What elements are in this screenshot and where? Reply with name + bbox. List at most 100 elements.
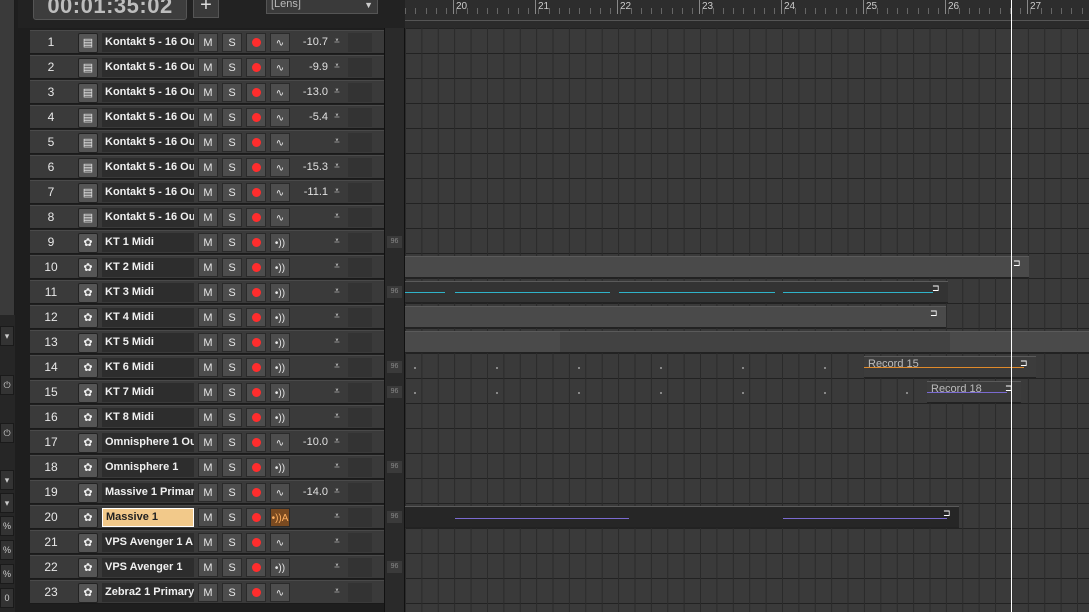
track-name[interactable]: Kontakt 5 - 16 Out — [102, 58, 194, 77]
chevron-down-icon[interactable]: ⩡ — [332, 56, 342, 78]
midi-track-icon[interactable]: ✿ — [78, 333, 98, 353]
midi-monitor-icon[interactable]: •)) — [270, 308, 290, 327]
mute-button[interactable]: M — [198, 358, 218, 377]
track-name[interactable]: KT 5 Midi — [102, 333, 194, 352]
track-volume[interactable] — [292, 556, 328, 578]
arrangement-grid[interactable]: ⊐ ⊐ ⊐ Record 15 ⊐ Record 18 ⊐ ⊐ — [405, 28, 1089, 612]
chevron-down-icon[interactable]: ▾ — [0, 470, 14, 490]
audio-track-icon[interactable]: ▤ — [78, 158, 98, 178]
midi-monitor-icon[interactable]: •))A — [270, 508, 290, 527]
track-row[interactable]: 4 ▤ Kontakt 5 - 16 Out M S ∿ -5.4 ⩡ — [30, 105, 384, 129]
solo-button[interactable]: S — [222, 208, 242, 227]
record-arm-button[interactable] — [246, 408, 266, 427]
chevron-down-icon[interactable]: ⩡ — [332, 31, 342, 53]
solo-button[interactable]: S — [222, 458, 242, 477]
track-row[interactable]: 15 ✿ KT 7 Midi M S •)) ⩡ — [30, 380, 384, 404]
track-volume[interactable]: -9.9 — [292, 56, 328, 78]
record-arm-button[interactable] — [246, 233, 266, 252]
solo-button[interactable]: S — [222, 133, 242, 152]
solo-button[interactable]: S — [222, 308, 242, 327]
track-volume[interactable]: -10.7 — [292, 31, 328, 53]
clip[interactable]: ⊐ — [405, 306, 946, 328]
track-row[interactable]: 14 ✿ KT 6 Midi M S •)) ⩡ — [30, 355, 384, 379]
mute-button[interactable]: M — [198, 58, 218, 77]
chevron-down-icon[interactable]: ⩡ — [332, 556, 342, 578]
waveform-icon[interactable]: ∿ — [270, 33, 290, 52]
clip[interactable] — [950, 331, 1089, 353]
track-volume[interactable] — [292, 356, 328, 378]
midi-monitor-icon[interactable]: •)) — [270, 358, 290, 377]
chevron-down-icon[interactable]: ▾ — [0, 493, 14, 513]
mute-button[interactable]: M — [198, 283, 218, 302]
waveform-icon[interactable]: ∿ — [270, 133, 290, 152]
chevron-down-icon[interactable]: ⩡ — [332, 281, 342, 303]
track-volume[interactable]: -10.0 — [292, 431, 328, 453]
track-name[interactable]: KT 8 Midi — [102, 408, 194, 427]
track-row[interactable]: 12 ✿ KT 4 Midi M S •)) ⩡ — [30, 305, 384, 329]
record-arm-button[interactable] — [246, 558, 266, 577]
track-row[interactable]: 18 ✿ Omnisphere 1 M S •)) ⩡ — [30, 455, 384, 479]
mute-button[interactable]: M — [198, 233, 218, 252]
mute-button[interactable]: M — [198, 583, 218, 602]
mute-button[interactable]: M — [198, 83, 218, 102]
record-arm-button[interactable] — [246, 33, 266, 52]
record-arm-button[interactable] — [246, 433, 266, 452]
track-row[interactable]: 16 ✿ KT 8 Midi M S •)) ⩡ — [30, 405, 384, 429]
track-row[interactable]: 20 ✿ Massive 1 M S •))A ⩡ — [30, 505, 384, 529]
track-volume[interactable]: -13.0 — [292, 81, 328, 103]
waveform-icon[interactable]: ∿ — [270, 583, 290, 602]
playhead[interactable] — [1011, 0, 1012, 612]
mute-button[interactable]: M — [198, 208, 218, 227]
audio-track-icon[interactable]: ▤ — [78, 58, 98, 78]
clip-handle-icon[interactable]: ⊐ — [930, 309, 942, 319]
solo-button[interactable]: S — [222, 583, 242, 602]
mute-button[interactable]: M — [198, 483, 218, 502]
lens-dropdown[interactable]: [Lens] ▼ — [266, 0, 378, 14]
track-row[interactable]: 22 ✿ VPS Avenger 1 M S •)) ⩡ — [30, 555, 384, 579]
record-arm-button[interactable] — [246, 358, 266, 377]
track-row[interactable]: 7 ▤ Kontakt 5 - 16 Out M S ∿ -11.1 ⩡ — [30, 180, 384, 204]
track-name[interactable]: KT 4 Midi — [102, 308, 194, 327]
chevron-down-icon[interactable]: ⩡ — [332, 181, 342, 203]
midi-track-icon[interactable]: ✿ — [78, 458, 98, 478]
audio-track-icon[interactable]: ▤ — [78, 83, 98, 103]
solo-button[interactable]: S — [222, 83, 242, 102]
track-volume[interactable] — [292, 281, 328, 303]
solo-button[interactable]: S — [222, 483, 242, 502]
midi-monitor-icon[interactable]: •)) — [270, 408, 290, 427]
track-name[interactable]: KT 6 Midi — [102, 358, 194, 377]
track-row[interactable]: 1 ▤ Kontakt 5 - 16 Out M S ∿ -10.7 ⩡ — [30, 30, 384, 54]
chevron-down-icon[interactable]: ⩡ — [332, 356, 342, 378]
solo-button[interactable]: S — [222, 58, 242, 77]
track-name[interactable]: Kontakt 5 - 16 Out — [102, 133, 194, 152]
track-volume[interactable] — [292, 131, 328, 153]
waveform-icon[interactable]: ∿ — [270, 83, 290, 102]
track-name[interactable]: Massive 1 Primary — [102, 483, 194, 502]
mute-button[interactable]: M — [198, 308, 218, 327]
clip[interactable] — [560, 331, 950, 353]
mute-button[interactable]: M — [198, 133, 218, 152]
clip[interactable] — [405, 331, 560, 353]
midi-track-icon[interactable]: ✿ — [78, 408, 98, 428]
mute-button[interactable]: M — [198, 558, 218, 577]
chevron-down-icon[interactable]: ⩡ — [332, 581, 342, 603]
audio-track-icon[interactable]: ▤ — [78, 183, 98, 203]
track-row[interactable]: 11 ✿ KT 3 Midi M S •)) ⩡ — [30, 280, 384, 304]
track-volume[interactable] — [292, 381, 328, 403]
mute-button[interactable]: M — [198, 433, 218, 452]
track-row[interactable]: 9 ✿ KT 1 Midi M S •)) ⩡ — [30, 230, 384, 254]
record-arm-button[interactable] — [246, 283, 266, 302]
solo-button[interactable]: S — [222, 383, 242, 402]
midi-monitor-icon[interactable]: •)) — [270, 283, 290, 302]
waveform-icon[interactable]: ∿ — [270, 208, 290, 227]
solo-button[interactable]: S — [222, 283, 242, 302]
clip[interactable]: ⊐ — [405, 256, 1029, 278]
chevron-down-icon[interactable]: ▾ — [0, 326, 14, 346]
solo-button[interactable]: S — [222, 108, 242, 127]
chevron-down-icon[interactable]: ⩡ — [332, 206, 342, 228]
midi-monitor-icon[interactable]: •)) — [270, 258, 290, 277]
mute-button[interactable]: M — [198, 33, 218, 52]
track-volume[interactable] — [292, 306, 328, 328]
track-name[interactable]: KT 1 Midi — [102, 233, 194, 252]
solo-button[interactable]: S — [222, 158, 242, 177]
